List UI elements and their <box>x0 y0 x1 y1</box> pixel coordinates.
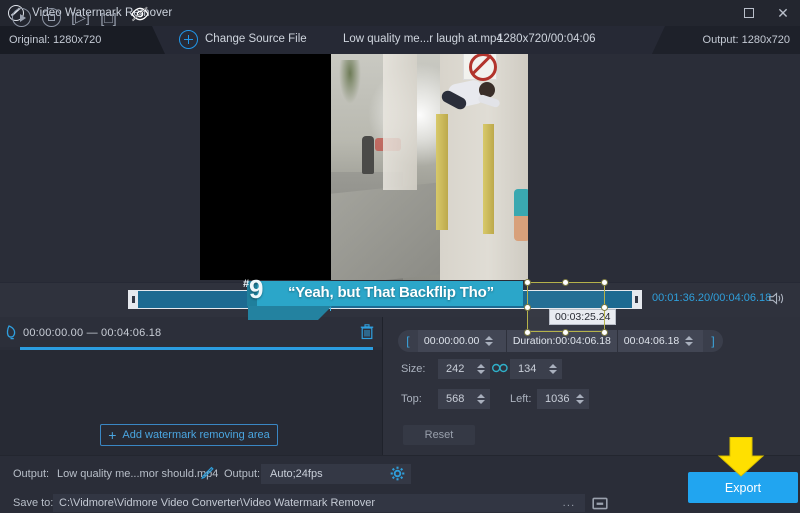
volume-icon[interactable] <box>768 291 786 306</box>
top-input[interactable]: 568 <box>438 389 490 409</box>
track-range-label: 00:00:00.00 — 00:04:06.18 <box>23 327 162 339</box>
selection-handle-top-left[interactable] <box>524 279 531 286</box>
selection-handle-middle-right[interactable] <box>601 304 608 311</box>
output-file-name: Low quality me...mor should.mp4 <box>57 468 219 480</box>
link-chain-icon[interactable] <box>492 363 508 373</box>
watermark-brush-icon <box>6 325 16 340</box>
selection-handle-top-center[interactable] <box>562 279 569 286</box>
output-resolution-label: Output: 1280x720 <box>702 34 790 46</box>
watermark-selection-box[interactable] <box>527 282 605 332</box>
top-spinner-icon[interactable] <box>475 391 486 407</box>
output-format-value: Auto;24fps <box>270 468 323 480</box>
save-path-input[interactable]: C:\Vidmore\Vidmore Video Converter\Video… <box>53 494 553 512</box>
time-readout: 00:01:36.20/00:04:06.18 <box>652 292 771 304</box>
time-range-control: [ 00:00:00.00 Duration:00:04:06.18 00:04… <box>398 330 723 352</box>
left-value: 1036 <box>545 393 570 405</box>
size-width-value: 242 <box>446 363 465 375</box>
frame-runner-person <box>362 136 374 174</box>
video-frame <box>331 54 528 280</box>
caption-tail <box>248 306 332 320</box>
current-time: 00:01:36.20 <box>652 292 711 304</box>
end-time-value: 00:04:06.18 <box>623 335 680 347</box>
bracket-close-icon[interactable]: ] <box>703 334 723 348</box>
trash-icon[interactable] <box>360 324 374 340</box>
video-frame-image <box>331 54 528 280</box>
frame-yellow-pillar-2 <box>483 124 494 234</box>
maximize-icon[interactable] <box>732 0 766 26</box>
eye-off-icon[interactable] <box>130 6 150 22</box>
frame-child <box>514 189 528 241</box>
video-stage[interactable] <box>200 54 528 280</box>
size-height-value: 134 <box>518 363 537 375</box>
start-time-input[interactable]: 00:00:00.00 <box>417 330 506 352</box>
output-format-select[interactable]: Auto;24fps <box>261 464 411 484</box>
selection-handle-bottom-right[interactable] <box>601 329 608 336</box>
selection-handle-top-right[interactable] <box>601 279 608 286</box>
window-controls: ✕ <box>732 0 800 26</box>
folder-icon[interactable] <box>592 496 608 510</box>
left-spinner-icon[interactable] <box>574 391 585 407</box>
add-watermark-removing-area-button[interactable]: + Add watermark removing area <box>100 424 278 446</box>
down-arrow-annotation-icon <box>717 437 765 477</box>
total-time: /00:04:06.18 <box>710 292 772 304</box>
step-forward-icon[interactable]: [▷] <box>71 8 90 27</box>
plus-circle-icon[interactable] <box>179 30 198 49</box>
end-time-spinner-icon[interactable] <box>683 333 694 349</box>
stop-icon[interactable] <box>42 8 61 27</box>
browse-button[interactable]: ... <box>553 494 585 512</box>
preview-area: # 9 “Yeah, but That Backflip Tho” <box>0 54 800 336</box>
plus-icon: + <box>108 426 117 443</box>
output-tab[interactable]: Output: 1280x720 <box>652 26 800 54</box>
end-time-input[interactable]: 00:04:06.18 <box>617 330 704 352</box>
original-tab[interactable]: Original: 1280x720 <box>0 26 165 54</box>
play-icon[interactable] <box>12 8 31 27</box>
output-name-label: Output: <box>13 468 50 480</box>
size-width-input[interactable]: 242 <box>438 359 490 379</box>
close-icon[interactable]: ✕ <box>766 0 800 26</box>
snapshot-icon[interactable]: [□] <box>99 8 118 27</box>
duration-value: Duration:00:04:06.18 <box>512 335 611 347</box>
frame-left-wall <box>383 54 417 190</box>
pencil-icon[interactable] <box>200 466 214 480</box>
save-to-label: Save to: <box>13 497 54 509</box>
frame-palm-tree <box>339 60 361 104</box>
seek-handle-left[interactable] <box>129 291 138 308</box>
start-time-value: 00:00:00.00 <box>423 335 480 347</box>
caption-number: 9 <box>249 274 264 304</box>
frame-yellow-pillar-1 <box>436 114 448 230</box>
frame-no-entry-sign <box>463 54 497 81</box>
left-input[interactable]: 1036 <box>537 389 589 409</box>
selection-handle-bottom-center[interactable] <box>562 329 569 336</box>
add-area-label: Add watermark removing area <box>122 429 270 441</box>
size-label: Size: <box>401 363 426 375</box>
size-height-spinner-icon[interactable] <box>547 361 558 377</box>
video-watermark-remover-window: Video Watermark Remover ✕ Original: 1280… <box>0 0 800 513</box>
change-source-file-button[interactable]: Change Source File <box>205 33 307 45</box>
frame-sidewalk <box>331 182 441 280</box>
save-path-value: C:\Vidmore\Vidmore Video Converter\Video… <box>59 497 376 509</box>
gear-icon[interactable] <box>390 466 405 481</box>
output-format-label: Output: <box>224 468 261 480</box>
source-file-name: Low quality me...r laugh at.mp4 <box>343 33 503 45</box>
size-height-input[interactable]: 134 <box>510 359 562 379</box>
seek-handle-right[interactable] <box>632 291 641 308</box>
title-bar: Video Watermark Remover ✕ <box>0 0 800 26</box>
bracket-open-icon[interactable]: [ <box>398 334 418 348</box>
size-width-spinner-icon[interactable] <box>475 361 486 377</box>
selection-handle-bottom-left[interactable] <box>524 329 531 336</box>
source-file-dimensions: 1280x720/00:04:06 <box>497 33 596 45</box>
start-time-spinner-icon[interactable] <box>483 333 494 349</box>
panel-divider <box>382 317 383 455</box>
top-value: 568 <box>446 393 465 405</box>
reset-button[interactable]: Reset <box>403 425 475 445</box>
original-resolution-label: Original: 1280x720 <box>9 34 102 46</box>
caption-text: “Yeah, but That Backflip Tho” <box>288 284 494 301</box>
left-label: Left: <box>510 393 532 405</box>
selection-handle-middle-left[interactable] <box>524 304 531 311</box>
top-label: Top: <box>401 393 422 405</box>
